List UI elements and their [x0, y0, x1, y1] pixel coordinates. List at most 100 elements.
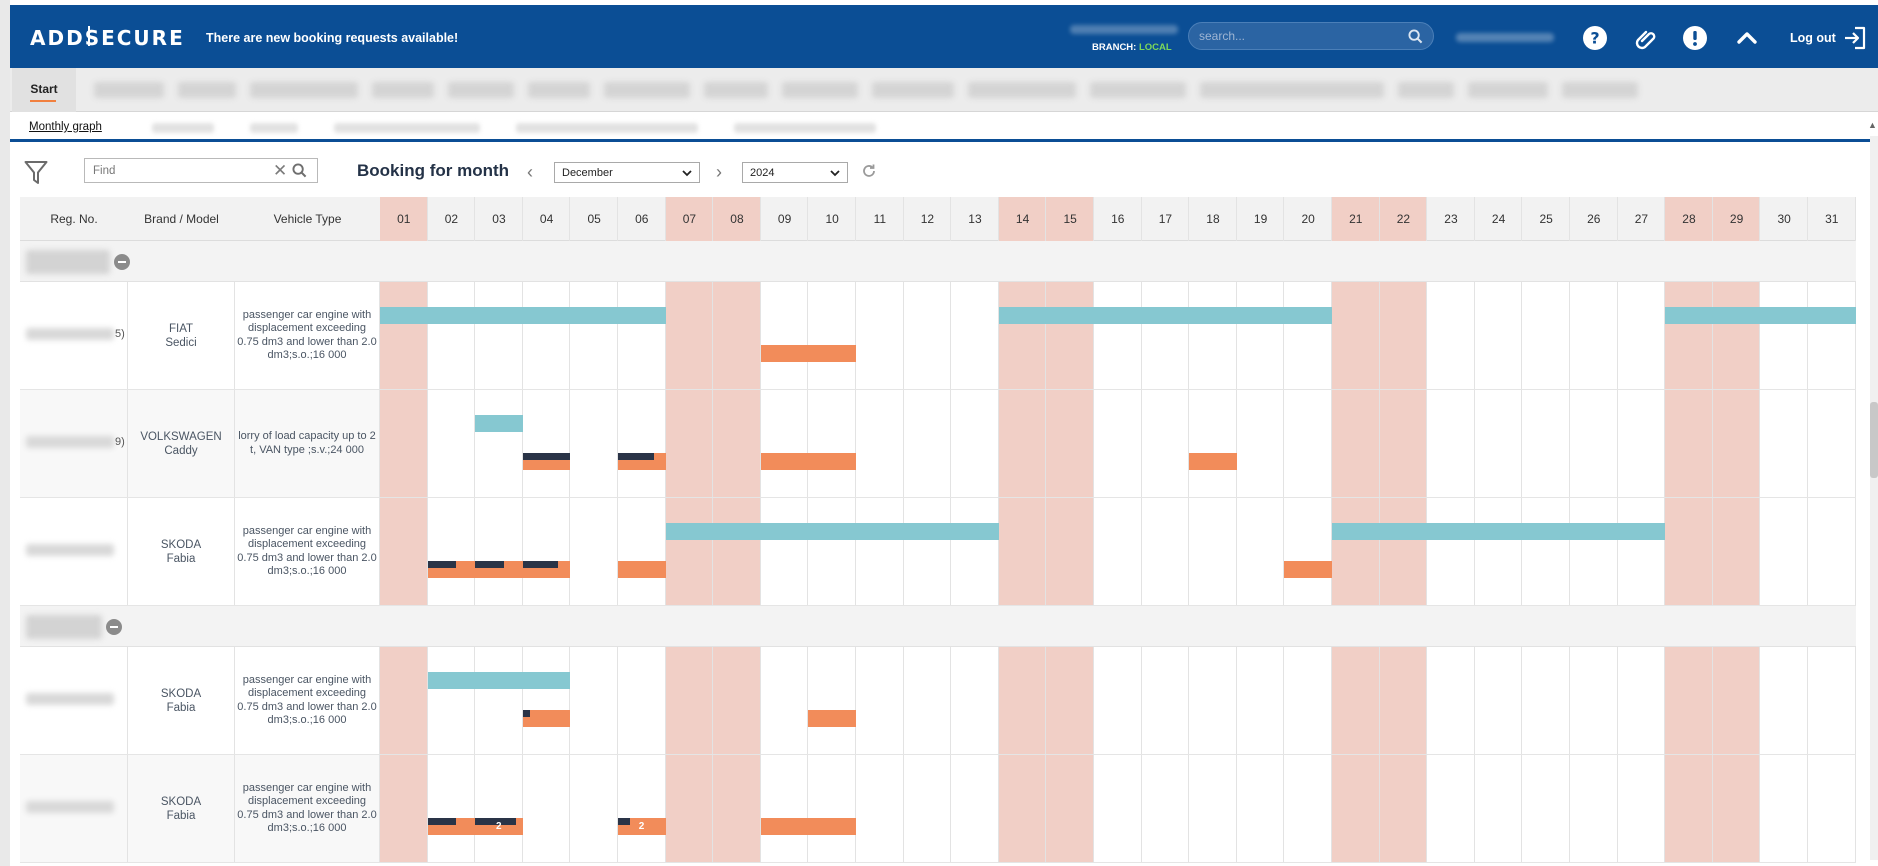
booking-bar-overlap[interactable]	[522, 710, 530, 717]
subtab-redacted[interactable]	[250, 123, 298, 133]
booking-bar-confirmed[interactable]	[998, 307, 1332, 324]
day-header[interactable]: 27	[1618, 197, 1666, 241]
logout-button[interactable]: Log out	[1790, 31, 1836, 45]
day-header[interactable]: 11	[856, 197, 904, 241]
day-header[interactable]: 06	[618, 197, 666, 241]
search-icon[interactable]	[292, 163, 307, 178]
filter-funnel-icon[interactable]	[24, 160, 48, 186]
scrollbar-thumb[interactable]	[1870, 402, 1878, 478]
global-search-input[interactable]	[1199, 27, 1395, 45]
vehicle-row[interactable]: 9) VOLKSWAGEN Caddy lorry of load capacity …	[20, 390, 1856, 498]
tab-redacted[interactable]	[250, 82, 358, 98]
day-header[interactable]: 22	[1380, 197, 1428, 241]
day-header[interactable]: 16	[1094, 197, 1142, 241]
booking-bar-overlap[interactable]	[427, 561, 457, 568]
booking-bar-overlap[interactable]	[618, 818, 630, 825]
app-logo[interactable]: ADD SECURE	[30, 26, 185, 50]
day-header[interactable]: 10	[808, 197, 856, 241]
booking-bar-overlap[interactable]	[522, 453, 571, 460]
day-header[interactable]: 31	[1808, 197, 1856, 241]
reg-no-cell[interactable]	[20, 647, 128, 754]
tab-redacted[interactable]	[1398, 82, 1454, 98]
booking-bar-confirmed[interactable]	[1332, 523, 1666, 540]
paperclip-icon[interactable]	[1632, 25, 1658, 51]
day-header[interactable]: 18	[1189, 197, 1237, 241]
vehicle-row[interactable]: 5) FIAT Sedici passenger car engine with di…	[20, 282, 1856, 390]
tab-redacted[interactable]	[528, 82, 590, 98]
tab-redacted[interactable]	[372, 82, 434, 98]
day-header[interactable]: 09	[761, 197, 809, 241]
find-input[interactable]	[93, 163, 253, 178]
global-search[interactable]	[1188, 22, 1434, 50]
tab-redacted[interactable]	[1090, 82, 1186, 98]
booking-bar-overlap[interactable]	[475, 561, 504, 568]
day-header[interactable]: 12	[904, 197, 952, 241]
booking-bar-confirmed[interactable]	[665, 523, 999, 540]
vehicle-row[interactable]: SKODA Fabia passenger car engine with disp…	[20, 647, 1856, 755]
day-header[interactable]: 30	[1760, 197, 1808, 241]
booking-bar-overlap[interactable]	[522, 561, 559, 568]
booking-bar-overlap[interactable]	[427, 818, 457, 825]
tab-redacted[interactable]	[704, 82, 768, 98]
subtab-redacted[interactable]	[152, 123, 214, 133]
reg-no-cell[interactable]: 5)	[20, 282, 128, 389]
tab-redacted[interactable]	[968, 82, 1076, 98]
tab-redacted[interactable]	[1468, 82, 1548, 98]
tab-redacted[interactable]	[872, 82, 954, 98]
reg-no-cell[interactable]: 9)	[20, 390, 128, 497]
booking-bar-request[interactable]	[1284, 561, 1332, 578]
booking-bar-request[interactable]	[618, 561, 666, 578]
day-header[interactable]: 23	[1427, 197, 1475, 241]
tab-redacted[interactable]	[1200, 82, 1384, 98]
prev-month-chevron-left-icon[interactable]: ‹	[527, 162, 533, 183]
day-header[interactable]: 07	[666, 197, 714, 241]
day-header[interactable]: 04	[523, 197, 571, 241]
collapse-minus-icon[interactable]	[106, 619, 122, 635]
day-header[interactable]: 01	[380, 197, 428, 241]
booking-bar-confirmed[interactable]	[380, 307, 666, 324]
day-header[interactable]: 24	[1475, 197, 1523, 241]
booking-bar-confirmed[interactable]	[427, 672, 571, 689]
tab-redacted[interactable]	[782, 82, 858, 98]
month-select[interactable]: December	[554, 162, 700, 183]
collapse-up-icon[interactable]	[1734, 25, 1760, 51]
clear-x-icon[interactable]: ✕	[273, 161, 287, 181]
subtab-redacted[interactable]	[334, 123, 480, 133]
day-header[interactable]: 25	[1522, 197, 1570, 241]
column-header-vehicle-type[interactable]: Vehicle Type	[235, 197, 380, 241]
find-field[interactable]: ✕	[84, 158, 318, 183]
booking-bar-request[interactable]	[760, 453, 856, 470]
column-header-reg-no[interactable]: Reg. No.	[20, 197, 128, 241]
day-header[interactable]: 14	[999, 197, 1047, 241]
booking-bar-request[interactable]	[808, 710, 856, 727]
subtab-redacted[interactable]	[516, 123, 698, 133]
booking-bar-request[interactable]	[522, 710, 571, 727]
booking-bar-request[interactable]	[1189, 453, 1237, 470]
reg-no-cell[interactable]	[20, 498, 128, 605]
day-header[interactable]: 08	[713, 197, 761, 241]
day-header[interactable]: 05	[570, 197, 618, 241]
subtab-monthly-graph[interactable]: Monthly graph	[29, 121, 102, 133]
next-month-chevron-right-icon[interactable]: ›	[716, 162, 722, 183]
tab-redacted[interactable]	[604, 82, 690, 98]
vehicle-row[interactable]: SKODA Fabia passenger car engine with disp…	[20, 755, 1856, 863]
day-header[interactable]: 20	[1284, 197, 1332, 241]
search-icon[interactable]	[1408, 29, 1423, 44]
tab-redacted[interactable]	[94, 82, 164, 98]
booking-bar-request[interactable]	[760, 345, 856, 362]
collapse-minus-icon[interactable]	[114, 254, 130, 270]
refresh-icon[interactable]	[861, 163, 877, 179]
day-header[interactable]: 28	[1665, 197, 1713, 241]
booking-bar-overlap[interactable]	[618, 453, 654, 460]
booking-notice[interactable]: There are new booking requests available…	[206, 31, 458, 45]
booking-bar-request[interactable]	[760, 818, 856, 835]
vertical-scrollbar[interactable]	[1870, 136, 1878, 860]
column-header-brand-model[interactable]: Brand / Model	[128, 197, 235, 241]
help-icon[interactable]: ?	[1582, 25, 1608, 51]
day-header[interactable]: 29	[1713, 197, 1761, 241]
tab-redacted[interactable]	[448, 82, 514, 98]
alert-icon[interactable]	[1682, 25, 1708, 51]
tab-redacted[interactable]	[178, 82, 236, 98]
day-header[interactable]: 13	[951, 197, 999, 241]
subtab-redacted[interactable]	[734, 123, 876, 133]
